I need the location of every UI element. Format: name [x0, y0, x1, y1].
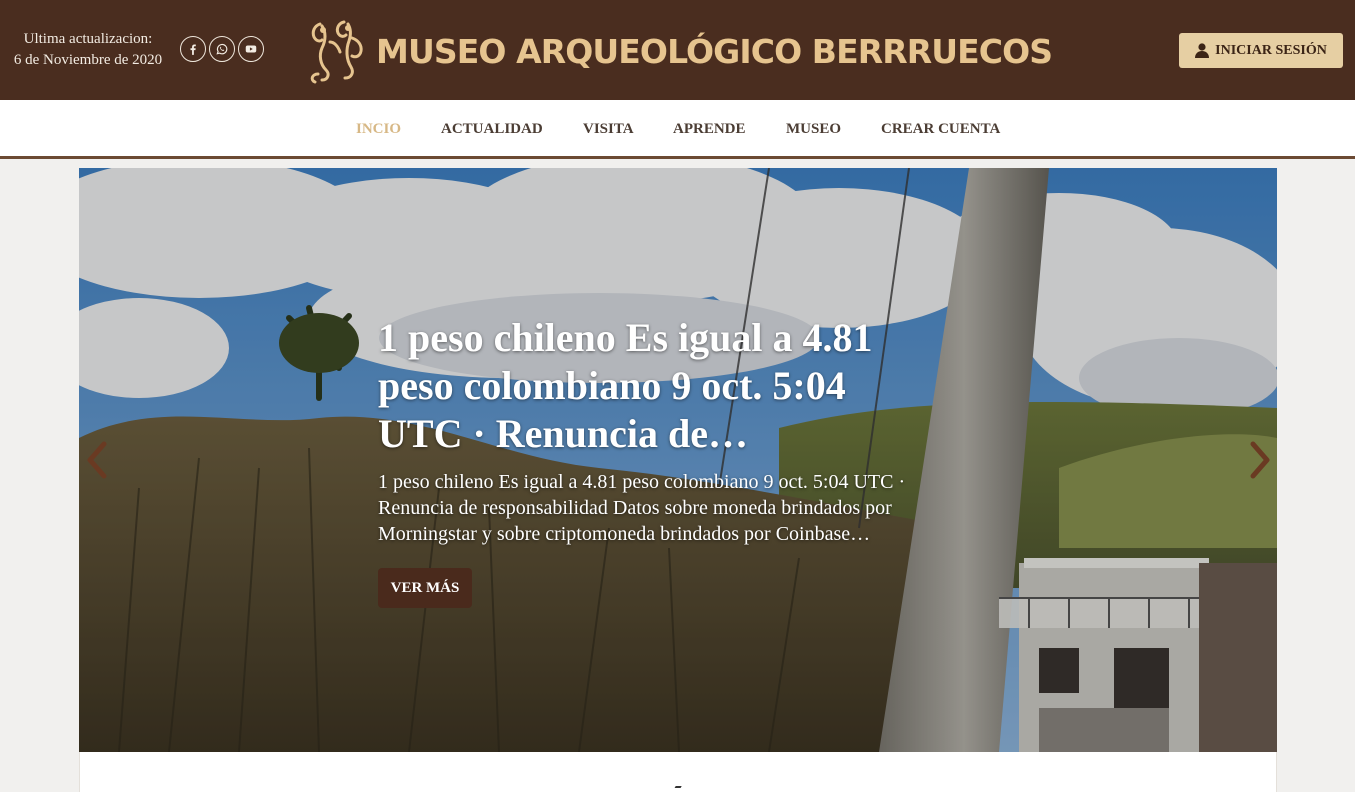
nav-item-inicio[interactable]: INCIO: [356, 121, 401, 138]
slide-title[interactable]: 1 peso chileno Es igual a 4.81 peso colo…: [378, 314, 938, 458]
facebook-icon[interactable]: [180, 36, 206, 62]
carousel-next-button[interactable]: [1247, 440, 1273, 480]
nav-item-actualidad[interactable]: ACTUALIDAD: [441, 121, 543, 138]
chevron-right-icon: [1250, 441, 1270, 479]
site-brand[interactable]: MUSEO ARQUEOLÓGICO BERRRUECOS: [308, 16, 1053, 86]
hero-carousel: 1 peso chileno Es igual a 4.81 peso colo…: [79, 168, 1277, 752]
login-label: INICIAR SESIÓN: [1215, 42, 1327, 58]
social-links: [180, 36, 264, 62]
site-header: Ultima actualizacion: 6 de Noviembre de …: [0, 0, 1355, 100]
museum-logo-icon: [308, 16, 368, 86]
chevron-left-icon: [87, 441, 107, 479]
last-update-label: Ultima actualizacion:: [23, 31, 153, 47]
hero-overlay: [79, 168, 1277, 752]
whatsapp-icon[interactable]: [209, 36, 235, 62]
nav-item-visita[interactable]: VISITA: [583, 121, 634, 138]
carousel-prev-button[interactable]: [84, 440, 110, 480]
main-nav: INCIO ACTUALIDAD VISITA APRENDE MUSEO CR…: [0, 100, 1355, 159]
youtube-icon[interactable]: [238, 36, 264, 62]
slide-description: 1 peso chileno Es igual a 4.81 peso colo…: [378, 471, 906, 545]
user-icon: [1195, 43, 1210, 58]
last-update-date: 6 de Noviembre de 2020: [13, 52, 163, 68]
login-button[interactable]: INICIAR SESIÓN: [1179, 33, 1343, 68]
nav-item-museo[interactable]: MUSEO: [786, 121, 841, 138]
nav-item-crear-cuenta[interactable]: CREAR CUENTA: [881, 121, 1000, 138]
last-update: Ultima actualizacion: 6 de Noviembre de …: [6, 29, 170, 71]
nav-item-aprende[interactable]: APRENDE: [673, 121, 746, 138]
read-more-button[interactable]: VER MÁS: [378, 568, 472, 608]
content-section: [79, 752, 1277, 792]
site-title: MUSEO ARQUEOLÓGICO BERRRUECOS: [376, 31, 1053, 71]
section-heading-fragment: [672, 786, 682, 792]
